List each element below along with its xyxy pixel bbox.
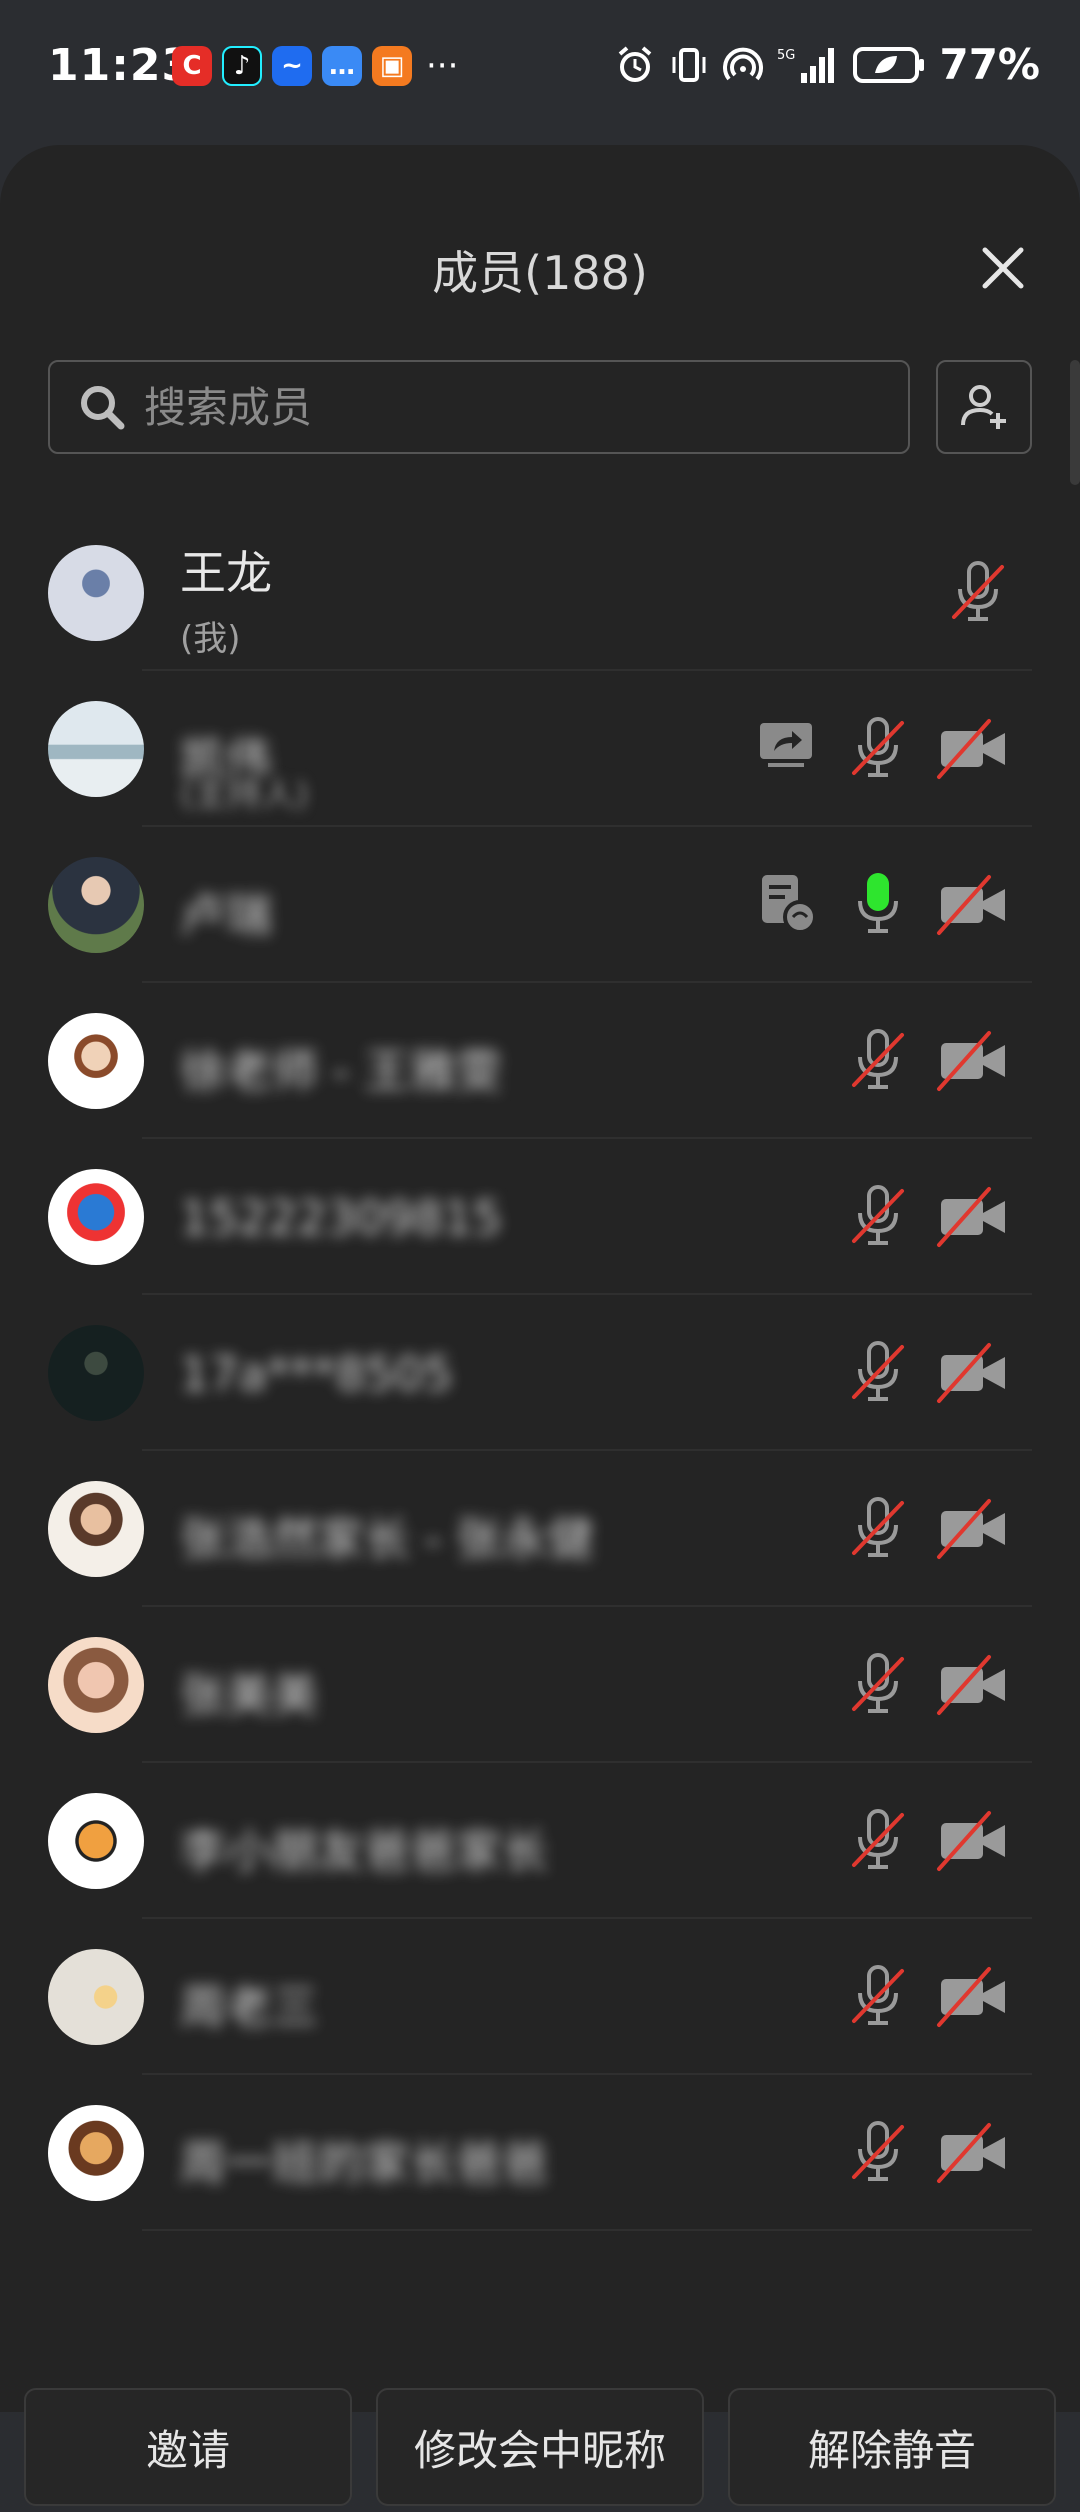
member-row[interactable]: 凯伟 (主持人) — [0, 671, 1080, 827]
member-row[interactable]: 周一班的家长爸爸 — [0, 2075, 1080, 2231]
avatar — [48, 701, 144, 797]
mic-muted-icon[interactable] — [848, 1183, 908, 1255]
camera-off-icon[interactable] — [935, 871, 1011, 943]
more-notifications-icon: ··· — [426, 46, 459, 86]
mic-muted-icon[interactable] — [848, 2119, 908, 2191]
member-row[interactable]: 张浩然家长 - 张永健 — [0, 1451, 1080, 1607]
member-row[interactable]: 卢瑞 — [0, 827, 1080, 983]
camera-off-icon[interactable] — [935, 1339, 1011, 1411]
member-name: 李小朋友爸爸家长 — [180, 1824, 548, 1878]
member-name: 张美美 — [180, 1668, 318, 1722]
member-name: 周一班的家长爸爸 — [180, 2136, 548, 2190]
mic-muted-icon[interactable] — [848, 1807, 908, 1879]
sheet-title: 成员(188) — [432, 246, 648, 300]
messenger-icon: ~ — [272, 46, 312, 86]
camera-off-icon[interactable] — [935, 1495, 1011, 1567]
search-field[interactable] — [48, 360, 910, 454]
add-user-icon — [961, 385, 1006, 429]
avatar — [48, 1949, 144, 2045]
mic-muted-icon[interactable] — [848, 1495, 908, 1567]
alarm-icon — [619, 45, 652, 82]
camera-off-icon[interactable] — [935, 1807, 1011, 1879]
status-bar: 11:23 C ♪ ~ … ▣ ··· 5G 77% — [0, 0, 1080, 140]
rename-button[interactable]: 修改会中昵称 — [376, 2388, 704, 2506]
footer-actions: 邀请 修改会中昵称 解除静音 — [0, 2388, 1080, 2512]
battery-percent: 77% — [939, 40, 1040, 89]
search-icon — [81, 386, 125, 430]
avatar — [48, 1637, 144, 1733]
mic-muted-icon[interactable] — [848, 1651, 908, 1723]
avatar — [48, 1013, 144, 1109]
member-row[interactable]: 15222309815 — [0, 1139, 1080, 1295]
vibrate-icon — [672, 47, 706, 82]
member-row[interactable]: 王龙 (我) — [0, 515, 1080, 671]
row-divider — [142, 2229, 1032, 2231]
mic-muted-icon[interactable] — [948, 559, 1008, 631]
camera-off-icon[interactable] — [935, 1651, 1011, 1723]
app-orange-icon: ▣ — [372, 46, 412, 86]
search-input[interactable] — [142, 381, 846, 433]
camera-off-icon[interactable] — [935, 1963, 1011, 2035]
member-name: 周老三 — [180, 1980, 318, 2034]
battery-icon — [853, 46, 925, 83]
member-row[interactable]: 徐老师 - 王雅雯 — [0, 983, 1080, 1139]
member-name: 徐老师 - 王雅雯 — [180, 1044, 502, 1098]
members-sheet: 成员(188) 王龙 (我) 凯伟(主持人) 卢瑞徐老师 - 王雅雯 152223098… — [0, 145, 1080, 2506]
unmute-button[interactable]: 解除静音 — [728, 2388, 1056, 2506]
mic-muted-icon[interactable] — [848, 1963, 908, 2035]
member-row[interactable]: 17a***8505 — [0, 1295, 1080, 1451]
invite-button[interactable]: 邀请 — [24, 2388, 352, 2506]
mic-muted-icon[interactable] — [848, 715, 908, 787]
add-member-button[interactable] — [936, 360, 1032, 454]
signal-icon: 5G — [777, 47, 835, 83]
avatar — [48, 1169, 144, 1265]
member-list: 王龙 (我) 凯伟 (主持人) 卢瑞徐老师 - 王雅雯 15222309815 17a***… — [0, 515, 1080, 2231]
member-name: 卢瑞 — [180, 888, 272, 942]
close-button[interactable] — [968, 233, 1038, 303]
notification-icons: C ♪ ~ … ▣ ··· — [172, 46, 458, 86]
close-icon — [982, 247, 1024, 289]
scrollbar[interactable] — [1070, 360, 1080, 485]
svg-text:5G: 5G — [777, 48, 795, 63]
member-row[interactable]: 张美美 — [0, 1607, 1080, 1763]
member-name: 15222309815 — [180, 1191, 502, 1245]
mic-muted-icon[interactable] — [848, 1339, 908, 1411]
member-row[interactable]: 李小朋友爸爸家长 — [0, 1763, 1080, 1919]
document-icon — [756, 871, 822, 941]
tiktok-icon: ♪ — [222, 46, 262, 86]
camera-off-icon[interactable] — [935, 1027, 1011, 1099]
avatar — [48, 545, 144, 641]
camera-off-icon[interactable] — [935, 2119, 1011, 2191]
avatar — [48, 1481, 144, 1577]
camera-off-icon[interactable] — [935, 715, 1011, 787]
camera-off-icon[interactable] — [935, 1183, 1011, 1255]
member-name: 张浩然家长 - 张永健 — [180, 1512, 594, 1566]
member-name: 王龙 — [180, 546, 272, 600]
chat-bubble-icon: … — [322, 46, 362, 86]
member-name: 17a***8505 — [180, 1347, 453, 1401]
mic-muted-icon[interactable] — [848, 1027, 908, 1099]
app-c-icon: C — [172, 46, 212, 86]
system-icons: 5G 77% — [615, 40, 1040, 89]
member-row[interactable]: 周老三 — [0, 1919, 1080, 2075]
hotspot-icon — [723, 47, 764, 80]
avatar — [48, 1793, 144, 1889]
avatar — [48, 857, 144, 953]
member-role: (主持人) — [180, 775, 309, 815]
avatar — [48, 2105, 144, 2201]
member-role: (我) — [180, 619, 241, 659]
avatar — [48, 1325, 144, 1421]
mic-active-icon[interactable] — [848, 871, 908, 943]
screen-share-icon — [756, 715, 816, 779]
